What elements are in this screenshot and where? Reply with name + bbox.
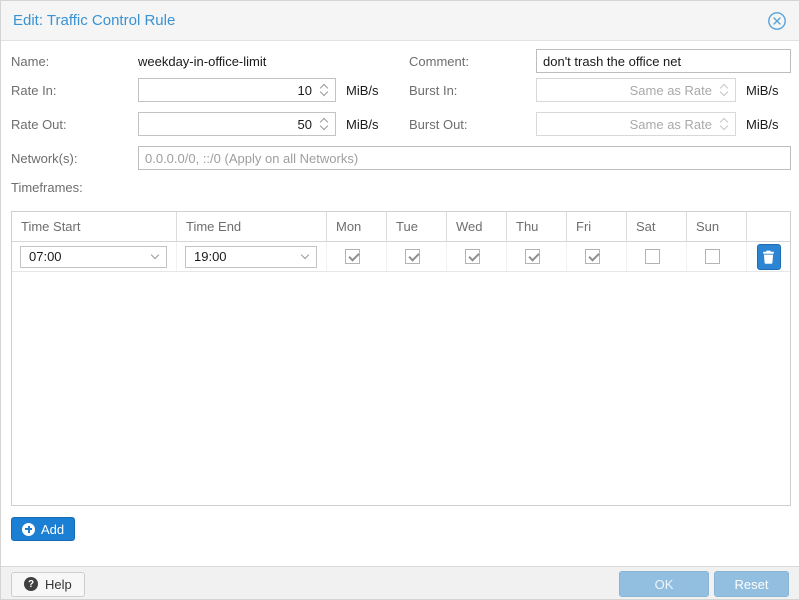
name-label: Name:	[11, 54, 49, 70]
day-checkbox-cells	[327, 242, 747, 271]
burst-out-spinner[interactable]	[718, 119, 730, 129]
delete-row-button[interactable]	[757, 244, 781, 270]
checkbox-wed[interactable]	[465, 249, 480, 264]
checkbox-sun[interactable]	[705, 249, 720, 264]
rate-out-field[interactable]: 50	[138, 112, 336, 136]
timeframe-row: 07:00 19:00	[12, 242, 790, 272]
add-button[interactable]: Add	[11, 517, 75, 541]
burst-in-placeholder: Same as Rate	[630, 83, 712, 98]
chevron-down-icon	[151, 251, 159, 259]
dialog-titlebar: Edit: Traffic Control Rule	[1, 1, 799, 41]
day-cell-mon	[327, 242, 387, 271]
comment-label: Comment:	[409, 54, 469, 70]
help-button-label: Help	[45, 577, 72, 592]
column-header-time-end[interactable]: Time End	[177, 212, 327, 241]
dialog-action-buttons: OK Reset	[619, 571, 789, 597]
timeframes-table: Time Start Time End Mon Tue Wed Thu Fri …	[11, 211, 791, 506]
rate-in-spinner[interactable]	[318, 85, 330, 95]
column-header-time-start[interactable]: Time Start	[12, 212, 177, 241]
time-start-value: 07:00	[29, 249, 152, 264]
help-button[interactable]: ? Help	[11, 572, 85, 597]
row-actions-cell	[747, 242, 790, 271]
column-header-thu[interactable]: Thu	[507, 212, 567, 241]
timeframes-label: Timeframes:	[11, 180, 83, 196]
burst-out-placeholder: Same as Rate	[630, 117, 712, 132]
edit-traffic-control-rule-dialog: Edit: Traffic Control Rule Name: weekday…	[0, 0, 800, 600]
comment-input[interactable]	[536, 49, 791, 73]
burst-out-field[interactable]: Same as Rate	[536, 112, 736, 136]
day-cell-wed	[447, 242, 507, 271]
burst-in-spinner[interactable]	[718, 85, 730, 95]
checkbox-fri[interactable]	[585, 249, 600, 264]
name-value: weekday-in-office-limit	[138, 54, 266, 70]
burst-out-label: Burst Out:	[409, 117, 468, 133]
burst-in-field[interactable]: Same as Rate	[536, 78, 736, 102]
rate-out-label: Rate Out:	[11, 117, 67, 133]
trash-icon	[762, 250, 775, 264]
burst-in-unit: MiB/s	[746, 83, 779, 99]
rate-in-label: Rate In:	[11, 83, 57, 99]
rate-out-spinner[interactable]	[318, 119, 330, 129]
burst-in-label: Burst In:	[409, 83, 457, 99]
column-header-wed[interactable]: Wed	[447, 212, 507, 241]
rate-out-unit: MiB/s	[346, 117, 379, 133]
question-circle-icon: ?	[24, 577, 38, 591]
day-cell-thu	[507, 242, 567, 271]
burst-out-unit: MiB/s	[746, 117, 779, 133]
day-cell-tue	[387, 242, 447, 271]
networks-label: Network(s):	[11, 151, 77, 167]
reset-button[interactable]: Reset	[714, 571, 789, 597]
column-header-sat[interactable]: Sat	[627, 212, 687, 241]
checkbox-tue[interactable]	[405, 249, 420, 264]
column-header-sun[interactable]: Sun	[687, 212, 747, 241]
column-header-actions	[747, 212, 790, 241]
checkbox-thu[interactable]	[525, 249, 540, 264]
rate-out-value: 50	[298, 117, 312, 132]
checkbox-mon[interactable]	[345, 249, 360, 264]
dialog-title: Edit: Traffic Control Rule	[13, 12, 175, 29]
add-button-label: Add	[41, 522, 64, 537]
rate-in-value: 10	[298, 83, 312, 98]
checkbox-sat[interactable]	[645, 249, 660, 264]
time-end-combo[interactable]: 19:00	[185, 246, 317, 268]
day-cell-sun	[687, 242, 747, 271]
rate-in-field[interactable]: 10	[138, 78, 336, 102]
time-end-value: 19:00	[194, 249, 302, 264]
time-start-combo[interactable]: 07:00	[20, 246, 167, 268]
close-icon[interactable]	[767, 11, 787, 31]
column-header-mon[interactable]: Mon	[327, 212, 387, 241]
plus-circle-icon	[22, 523, 35, 536]
ok-button[interactable]: OK	[619, 571, 709, 597]
timeframes-table-header: Time Start Time End Mon Tue Wed Thu Fri …	[12, 212, 790, 242]
column-header-tue[interactable]: Tue	[387, 212, 447, 241]
chevron-down-icon	[301, 251, 309, 259]
time-start-cell: 07:00	[12, 242, 177, 271]
time-end-cell: 19:00	[177, 242, 327, 271]
column-header-fri[interactable]: Fri	[567, 212, 627, 241]
rate-in-unit: MiB/s	[346, 83, 379, 99]
day-cell-fri	[567, 242, 627, 271]
bottom-toolbar: ? Help OK Reset	[1, 566, 799, 600]
day-cell-sat	[627, 242, 687, 271]
networks-input[interactable]	[138, 146, 791, 170]
